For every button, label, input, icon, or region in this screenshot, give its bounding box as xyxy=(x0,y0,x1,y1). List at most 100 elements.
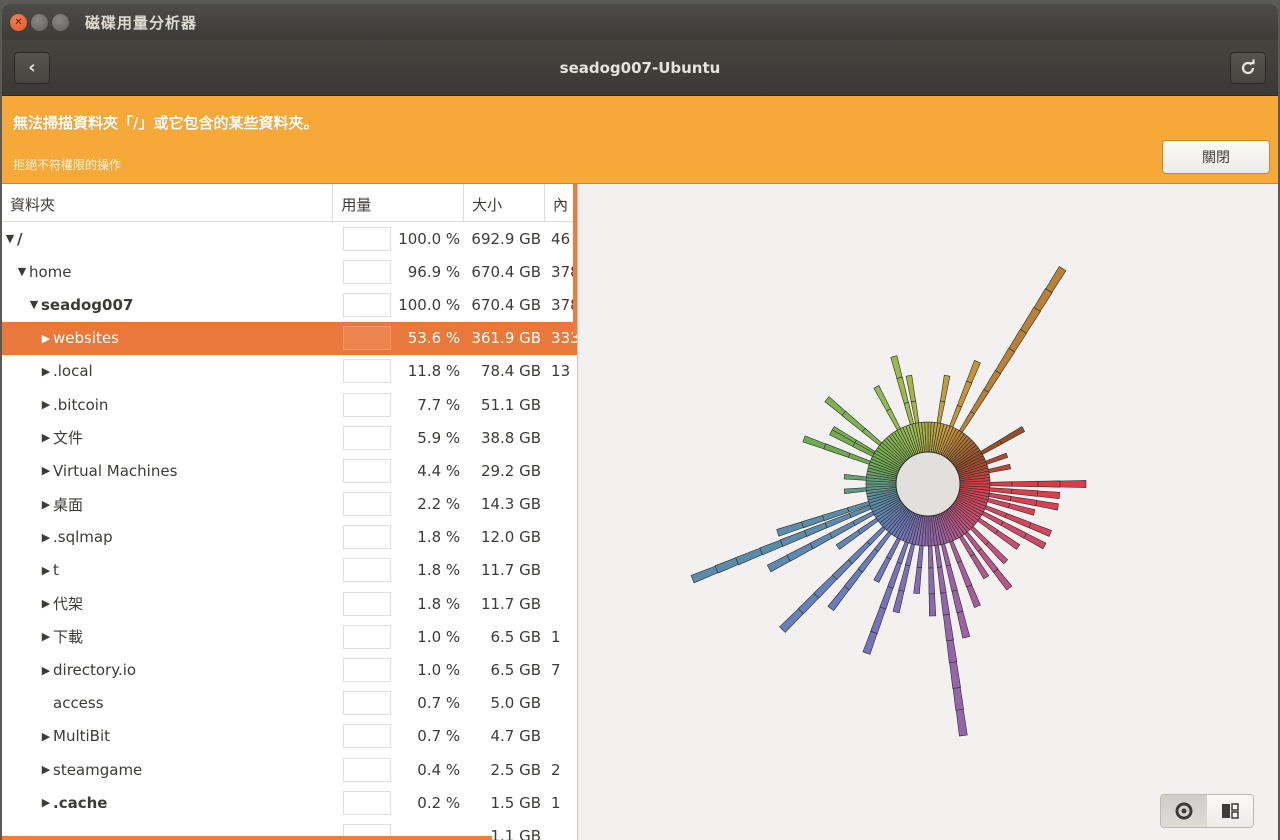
ring-segment[interactable] xyxy=(951,589,964,614)
ring-segment[interactable] xyxy=(970,388,990,415)
ring-segment[interactable] xyxy=(862,630,878,655)
ring-segment[interactable] xyxy=(928,545,934,569)
ring-segment[interactable] xyxy=(956,610,971,639)
table-row[interactable]: ▶ .local 11.8 % 78.4 GB 13 xyxy=(2,355,577,388)
ring-segment[interactable] xyxy=(949,540,963,564)
window-maximize-icon[interactable] xyxy=(52,13,69,31)
ring-segment[interactable] xyxy=(1011,480,1039,488)
ring-segment[interactable] xyxy=(943,613,954,642)
expand-right-icon[interactable]: ▶ xyxy=(40,730,52,743)
ring-segment[interactable] xyxy=(955,708,968,737)
ring-segment[interactable] xyxy=(1059,480,1087,488)
ring-segment[interactable] xyxy=(1035,500,1059,511)
refresh-button[interactable] xyxy=(1229,51,1266,84)
ring-segment[interactable] xyxy=(949,661,961,689)
expand-right-icon[interactable]: ▶ xyxy=(40,630,52,643)
ring-segment[interactable] xyxy=(802,435,826,450)
table-row[interactable]: ▶ 桌面 2.2 % 14.3 GB xyxy=(2,488,577,521)
expand-right-icon[interactable]: ▶ xyxy=(40,498,52,511)
table-row[interactable]: ▶ steamgame 0.4 % 2.5 GB 2 xyxy=(2,753,577,786)
ring-segment[interactable] xyxy=(735,547,763,566)
ring-segment[interactable] xyxy=(892,589,905,614)
ring-segment[interactable] xyxy=(985,452,1009,465)
expand-right-icon[interactable]: ▶ xyxy=(40,464,52,477)
ring-segment[interactable] xyxy=(1036,490,1061,500)
expand-right-icon[interactable]: ▶ xyxy=(40,564,52,577)
ring-segment[interactable] xyxy=(966,360,981,384)
expand-right-icon[interactable]: ▶ xyxy=(40,398,52,411)
ring-segment[interactable] xyxy=(779,608,804,633)
ring-segment[interactable] xyxy=(966,584,981,608)
expand-right-icon[interactable]: ▶ xyxy=(40,763,52,776)
ring-segment[interactable] xyxy=(813,574,838,599)
ring-segment[interactable] xyxy=(1008,328,1027,353)
expand-right-icon[interactable]: ▶ xyxy=(40,597,52,610)
ring-segment[interactable] xyxy=(766,554,791,573)
table-row[interactable]: ▶ 文件 5.9 % 38.8 GB xyxy=(2,421,577,454)
horizontal-scroll-indicator[interactable] xyxy=(2,836,492,840)
ring-segment[interactable] xyxy=(1045,266,1067,293)
ring-segment[interactable] xyxy=(797,592,820,615)
table-row[interactable]: ▼ home 96.9 % 670.4 GB 378 xyxy=(2,255,577,288)
ring-segment[interactable] xyxy=(945,564,958,592)
ring-segment[interactable] xyxy=(690,565,719,584)
table-row[interactable]: ▶ Virtual Machines 4.4 % 29.2 GB xyxy=(2,454,577,487)
ring-segment[interactable] xyxy=(957,560,973,588)
ring-segment[interactable] xyxy=(1023,532,1047,550)
folder-tree[interactable]: 資料夾 用量 大小 內 ▼/100.0 % 692.9 GB 46 ▼ home 96.9… xyxy=(2,184,578,840)
table-row[interactable]: ▼/100.0 % 692.9 GB 46 xyxy=(2,222,577,255)
ring-segment[interactable] xyxy=(940,543,951,567)
ring-segment[interactable] xyxy=(873,385,891,412)
ring-segment[interactable] xyxy=(879,586,894,610)
ring-segment[interactable] xyxy=(843,568,863,591)
ring-segment[interactable] xyxy=(870,606,887,635)
table-row[interactable]: ▶ MultiBit 0.7 % 4.7 GB xyxy=(2,720,577,753)
close-infobar-button[interactable]: 關閉 xyxy=(1162,140,1270,174)
table-row[interactable]: ▶ .bitcoin 7.7 % 51.1 GB xyxy=(2,388,577,421)
ring-chart-button[interactable] xyxy=(1161,795,1207,827)
table-row[interactable]: ▶ directory.io 1.0 % 6.5 GB 7 xyxy=(2,653,577,686)
expand-down-icon[interactable]: ▼ xyxy=(4,232,16,245)
ring-segment[interactable] xyxy=(989,481,1013,487)
expand-right-icon[interactable]: ▶ xyxy=(40,332,52,345)
ring-segment[interactable] xyxy=(957,380,973,408)
ring-segment[interactable] xyxy=(983,369,1002,393)
ring-segment[interactable] xyxy=(890,355,903,379)
ring-segment[interactable] xyxy=(999,426,1026,445)
ring-segment[interactable] xyxy=(1037,480,1061,488)
ring-segment[interactable] xyxy=(937,566,947,594)
ring-segment[interactable] xyxy=(940,592,950,616)
ring-segment[interactable] xyxy=(714,557,739,574)
window-close-icon[interactable]: ✕ xyxy=(10,13,27,31)
ring-segment[interactable] xyxy=(952,687,965,711)
expand-right-icon[interactable]: ▶ xyxy=(40,796,52,809)
table-row[interactable]: ▶ .cache 0.2 % 1.5 GB 1 xyxy=(2,786,577,819)
ring-segment[interactable] xyxy=(886,408,901,431)
ring-segment[interactable] xyxy=(980,439,1003,455)
scroll-indicator[interactable] xyxy=(573,184,577,334)
ring-segment[interactable] xyxy=(958,411,975,433)
ring-segment[interactable] xyxy=(940,374,951,403)
ring-segment[interactable] xyxy=(946,639,958,664)
ring-chart[interactable] xyxy=(578,184,1276,834)
ring-segment[interactable] xyxy=(916,545,924,569)
window-minimize-icon[interactable] xyxy=(31,13,48,31)
ring-segment[interactable] xyxy=(913,566,922,594)
ring-center[interactable] xyxy=(895,451,961,517)
ring-segment[interactable] xyxy=(827,585,850,612)
ring-segment[interactable] xyxy=(847,452,871,465)
expand-right-icon[interactable]: ▶ xyxy=(40,664,52,677)
ring-segment[interactable] xyxy=(887,561,902,589)
ring-segment[interactable] xyxy=(928,593,937,617)
table-row[interactable]: access 0.7 % 5.0 GB xyxy=(2,687,577,720)
table-row[interactable]: ▶ 代架 1.8 % 11.7 GB xyxy=(2,587,577,620)
ring-segment[interactable] xyxy=(989,487,1013,494)
ring-segment[interactable] xyxy=(759,539,784,556)
expand-down-icon[interactable]: ▼ xyxy=(16,265,28,278)
ring-segment[interactable] xyxy=(1008,503,1036,516)
column-header-usage[interactable]: 用量 xyxy=(333,184,465,221)
ring-segment[interactable] xyxy=(1011,488,1039,497)
ring-segment[interactable] xyxy=(1028,522,1052,537)
column-header-folder[interactable]: 資料夾 xyxy=(2,184,334,221)
ring-segment[interactable] xyxy=(896,376,909,404)
